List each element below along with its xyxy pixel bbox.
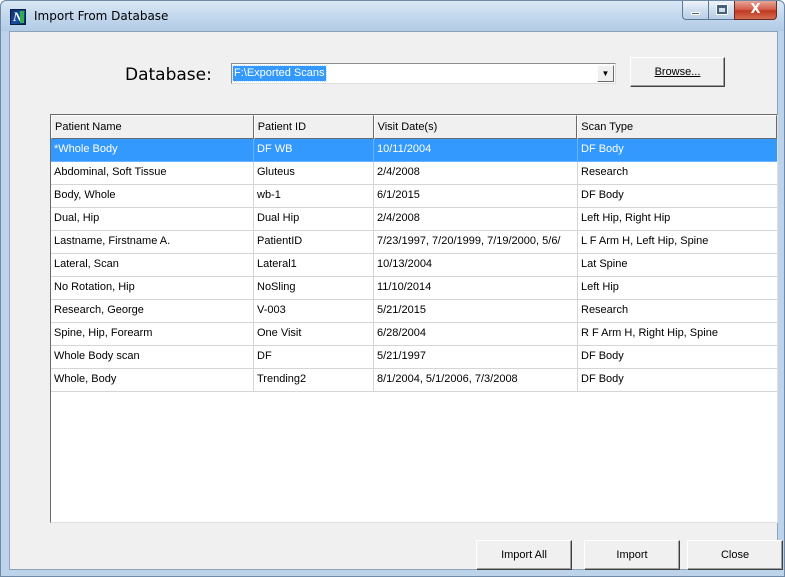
table-cell: Dual Hip <box>254 208 374 231</box>
browse-button[interactable]: Browse... <box>630 57 725 87</box>
table-cell: 2/4/2008 <box>374 162 578 185</box>
table-cell: Lateral1 <box>254 254 374 277</box>
table-cell: One Visit <box>254 323 374 346</box>
column-header-visit-dates[interactable]: Visit Date(s) <box>373 115 578 139</box>
table-cell: 10/13/2004 <box>374 254 578 277</box>
table-cell: wb-1 <box>254 185 374 208</box>
import-button[interactable]: Import <box>584 540 680 570</box>
table-row[interactable]: *Whole Body DF WB 10/11/2004 DF Body <box>51 139 777 162</box>
database-label: Database: <box>125 65 212 85</box>
table-cell: No Rotation, Hip <box>51 277 254 300</box>
import-all-button[interactable]: Import All <box>476 540 572 570</box>
table-cell: Lateral, Scan <box>51 254 254 277</box>
table-cell: 10/11/2004 <box>374 139 578 162</box>
table-cell: 8/1/2004, 5/1/2006, 7/3/2008 <box>374 369 578 392</box>
table-cell: Gluteus <box>254 162 374 185</box>
database-value: F:\Exported Scans <box>232 65 327 82</box>
table-row[interactable]: Whole Body scan DF 5/21/1997 DF Body <box>51 346 777 369</box>
table-cell: Research, George <box>51 300 254 323</box>
minimize-button[interactable] <box>682 1 708 20</box>
list-header: Patient Name Patient ID Visit Date(s) Sc… <box>51 115 777 139</box>
table-cell: DF <box>254 346 374 369</box>
table-cell: Whole Body scan <box>51 346 254 369</box>
table-row[interactable]: Spine, Hip, Forearm One Visit 6/28/2004 R F… <box>51 323 777 346</box>
close-window-button[interactable]: X <box>734 1 777 20</box>
column-header-patient-id[interactable]: Patient ID <box>253 115 374 139</box>
table-cell: 11/10/2014 <box>374 277 578 300</box>
title-bar[interactable]: N Import From Database X <box>1 1 784 31</box>
maximize-icon <box>717 5 727 14</box>
column-header-scan-type[interactable]: Scan Type <box>577 115 777 139</box>
close-label: Close <box>720 549 750 561</box>
table-cell: L F Arm H, Left Hip, Spine <box>578 231 777 254</box>
table-row[interactable]: No Rotation, Hip NoSling 11/10/2014 Left Hi… <box>51 277 777 300</box>
window-title: Import From Database <box>34 9 169 23</box>
column-header-patient-name[interactable]: Patient Name <box>51 115 254 139</box>
table-cell: 5/21/1997 <box>374 346 578 369</box>
table-cell: Body, Whole <box>51 185 254 208</box>
table-cell: Abdominal, Soft Tissue <box>51 162 254 185</box>
table-cell: PatientID <box>254 231 374 254</box>
table-cell: Left Hip, Right Hip <box>578 208 777 231</box>
minimize-icon <box>691 12 700 15</box>
table-cell: Dual, Hip <box>51 208 254 231</box>
import-all-label: Import All <box>501 549 547 561</box>
table-row[interactable]: Lastname, Firstname A. PatientID 7/23/1997… <box>51 231 777 254</box>
database-select[interactable]: F:\Exported Scans ▼ <box>231 63 616 84</box>
table-cell: 6/1/2015 <box>374 185 578 208</box>
table-cell: DF Body <box>578 346 777 369</box>
table-cell: DF Body <box>578 185 777 208</box>
import-label: Import <box>616 549 648 561</box>
table-cell: Research <box>578 300 777 323</box>
table-cell: Spine, Hip, Forearm <box>51 323 254 346</box>
chevron-down-icon[interactable]: ▼ <box>597 65 614 82</box>
app-logo-icon: N <box>10 9 26 25</box>
table-cell: Lastname, Firstname A. <box>51 231 254 254</box>
patient-list[interactable]: Patient Name Patient ID Visit Date(s) Sc… <box>50 114 778 523</box>
table-row[interactable]: Research, George V-003 5/21/2015 Research <box>51 300 777 323</box>
table-row[interactable]: Dual, Hip Dual Hip 2/4/2008 Left Hip, Right… <box>51 208 777 231</box>
table-cell: 6/28/2004 <box>374 323 578 346</box>
table-cell: 2/4/2008 <box>374 208 578 231</box>
table-cell: V-003 <box>254 300 374 323</box>
table-cell: Lat Spine <box>578 254 777 277</box>
table-cell: 7/23/1997, 7/20/1999, 7/19/2000, 5/6/ <box>374 231 578 254</box>
table-row[interactable]: Lateral, Scan Lateral1 10/13/2004 Lat Spine <box>51 254 777 277</box>
table-row[interactable]: Abdominal, Soft Tissue Gluteus 2/4/2008 Res… <box>51 162 777 185</box>
table-cell: 5/21/2015 <box>374 300 578 323</box>
table-cell: DF Body <box>578 369 777 392</box>
table-cell: Whole, Body <box>51 369 254 392</box>
table-cell: DF Body <box>578 139 777 162</box>
table-cell: *Whole Body <box>51 139 254 162</box>
table-row[interactable]: Whole, Body Trending2 8/1/2004, 5/1/2006, … <box>51 369 777 392</box>
close-button[interactable]: Close <box>687 540 783 570</box>
table-row[interactable]: Body, Whole wb-1 6/1/2015 DF Body <box>51 185 777 208</box>
dialog-client-area: Database: F:\Exported Scans ▼ Browse... … <box>9 31 783 570</box>
table-cell: DF WB <box>254 139 374 162</box>
table-cell: R F Arm H, Right Hip, Spine <box>578 323 777 346</box>
table-cell: Left Hip <box>578 277 777 300</box>
table-cell: NoSling <box>254 277 374 300</box>
maximize-button[interactable] <box>708 1 734 20</box>
import-dialog-window: N Import From Database X Database: F:\Ex… <box>0 0 785 577</box>
browse-button-label: Browse... <box>654 66 701 78</box>
table-cell: Trending2 <box>254 369 374 392</box>
close-icon: X <box>750 2 761 17</box>
table-cell: Research <box>578 162 777 185</box>
caption-buttons: X <box>682 1 777 21</box>
